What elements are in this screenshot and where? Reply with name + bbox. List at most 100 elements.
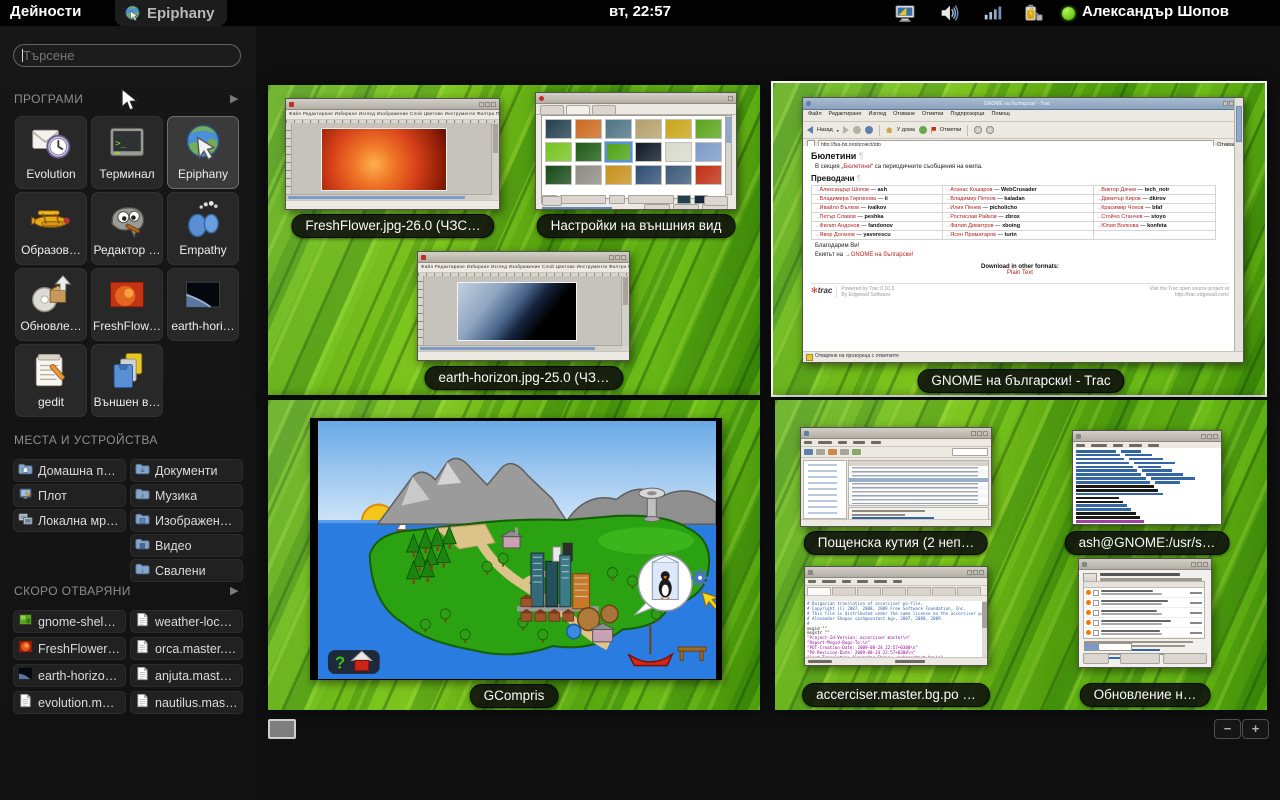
- help-button[interactable]: [542, 196, 562, 206]
- recent-item[interactable]: orca.master.…: [130, 637, 243, 660]
- dialog-buttons[interactable]: [1083, 653, 1207, 664]
- battery-icon[interactable]: [1022, 2, 1044, 24]
- v-scrollbar[interactable]: [621, 276, 629, 346]
- reload-icon[interactable]: [865, 126, 873, 134]
- recent-item[interactable]: anjuta.mast…: [130, 664, 243, 687]
- forward-icon[interactable]: [843, 126, 849, 134]
- wallpaper-thumb[interactable]: [635, 142, 662, 162]
- place-item[interactable]: Локална мр…: [13, 509, 126, 532]
- update-row[interactable]: [1084, 588, 1204, 598]
- workspace-1[interactable]: Файл Редактиране Избиране Изглед Изображ…: [268, 85, 760, 395]
- wallpaper-thumb[interactable]: [575, 165, 602, 185]
- document-tabs[interactable]: [805, 586, 987, 596]
- checkbox[interactable]: [1093, 600, 1099, 606]
- wallpaper-thumb[interactable]: [635, 165, 662, 185]
- wallpaper-thumb[interactable]: [605, 165, 632, 185]
- v-scrollbar[interactable]: [1234, 98, 1243, 362]
- wallpaper-thumb[interactable]: [605, 119, 632, 139]
- wallpaper-thumb[interactable]: [635, 119, 662, 139]
- zoom-out-icon[interactable]: [986, 126, 994, 134]
- place-item[interactable]: Плот: [13, 484, 126, 507]
- home-icon[interactable]: [886, 127, 893, 133]
- user-menu[interactable]: Александър Шопов: [1082, 3, 1229, 20]
- recent-item[interactable]: earth-horizo…: [13, 664, 126, 687]
- wallpaper-thumb[interactable]: [695, 119, 722, 139]
- wallpaper-thumb[interactable]: [545, 142, 572, 162]
- stop-icon[interactable]: [853, 126, 861, 134]
- volume-icon[interactable]: [938, 2, 960, 24]
- update-row[interactable]: [1084, 618, 1204, 628]
- app-tile[interactable]: FreshFlow…: [91, 268, 163, 341]
- search-box[interactable]: [13, 44, 241, 67]
- app-tile[interactable]: Empathy: [167, 192, 239, 265]
- add-workspace-button[interactable]: +: [1242, 719, 1269, 739]
- menu-item[interactable]: Редактиране: [829, 111, 862, 121]
- app-tile[interactable]: Обновле…: [15, 268, 87, 341]
- menu-item[interactable]: Отметки: [922, 111, 943, 121]
- v-scrollbar[interactable]: [491, 123, 499, 195]
- app-tile[interactable]: Редактор …: [91, 192, 163, 265]
- app-tile[interactable]: earth-hori…: [167, 268, 239, 341]
- recent-item[interactable]: FreshFlower…: [13, 637, 126, 660]
- window-gedit-po-file[interactable]: # Bulgarian translation of accerciser po…: [804, 566, 988, 666]
- updates-list[interactable]: [1083, 581, 1205, 639]
- close-button[interactable]: [704, 196, 728, 206]
- remove-workspace-button[interactable]: −: [1214, 719, 1241, 739]
- place-item[interactable]: ▨Изображен…: [130, 509, 243, 532]
- menu-item[interactable]: Подпрозорци: [951, 111, 985, 121]
- checkbox[interactable]: [1093, 590, 1099, 596]
- wallpaper-thumb[interactable]: [605, 142, 632, 162]
- update-row[interactable]: [1084, 608, 1204, 618]
- display-icon[interactable]: [894, 2, 916, 24]
- tabs[interactable]: [536, 104, 736, 115]
- window-epiphany-trac[interactable]: GNOME на български! - Trac ФайлРедактира…: [802, 97, 1244, 363]
- update-row[interactable]: [1084, 628, 1204, 638]
- window-gcompris[interactable]: ?: [310, 418, 722, 680]
- v-scrollbar[interactable]: [982, 601, 987, 658]
- programs-expander-icon[interactable]: ▶: [230, 92, 238, 105]
- wallpaper-thumb[interactable]: [665, 142, 692, 162]
- place-item[interactable]: Домашна п…: [13, 459, 126, 482]
- checkbox[interactable]: [1093, 620, 1099, 626]
- recent-expander-icon[interactable]: ▶: [230, 584, 238, 597]
- window-gimp-freshflower[interactable]: Файл Редактиране Избиране Изглед Изображ…: [285, 98, 500, 210]
- bookmarks-icon[interactable]: [931, 127, 936, 134]
- update-row[interactable]: [1084, 598, 1204, 608]
- get-more-backgrounds-link[interactable]: [542, 207, 612, 210]
- v-scrollbar[interactable]: [725, 115, 732, 195]
- recent-item[interactable]: evolution.m…: [13, 691, 126, 714]
- recent-item[interactable]: nautilus.mas…: [130, 691, 243, 714]
- browser-toolbar[interactable]: Назад▾ У дома Отметки: [803, 122, 1243, 139]
- place-item[interactable]: ♪Музика: [130, 484, 243, 507]
- wallpaper-grid[interactable]: [541, 115, 726, 199]
- window-appearance-preferences[interactable]: [535, 92, 737, 210]
- app-tile[interactable]: >_Терминал: [91, 116, 163, 189]
- network-signal-icon[interactable]: [982, 2, 1004, 24]
- bulletin-link[interactable]: Бюлетини: [843, 164, 871, 170]
- menu-item[interactable]: Отиване: [893, 111, 915, 121]
- search-input[interactable]: [13, 44, 241, 67]
- workspace-2-active[interactable]: GNOME на български! - Trac ФайлРедактира…: [771, 81, 1267, 397]
- app-tile[interactable]: Образов…: [15, 192, 87, 265]
- app-tile[interactable]: Evolution: [15, 116, 87, 189]
- app-tile[interactable]: gedit: [15, 344, 87, 417]
- plain-text-link[interactable]: Plain Text: [811, 270, 1229, 276]
- app-tile[interactable]: Epiphany: [167, 116, 239, 189]
- menu-item[interactable]: Изглед: [868, 111, 886, 121]
- recent-item[interactable]: weather-loc…: [130, 610, 243, 633]
- globe-icon[interactable]: [919, 126, 927, 134]
- workspace-indicator[interactable]: [268, 719, 296, 739]
- wallpaper-thumb[interactable]: [575, 142, 602, 162]
- team-link[interactable]: →GNOME на български!: [845, 252, 914, 258]
- menu-item[interactable]: Помощ: [991, 111, 1009, 121]
- checkbox[interactable]: [1093, 630, 1099, 636]
- place-item[interactable]: ≡Документи: [130, 459, 243, 482]
- wallpaper-thumb[interactable]: [575, 119, 602, 139]
- window-software-update[interactable]: [1078, 558, 1212, 668]
- place-item[interactable]: ↓Свалени: [130, 559, 243, 582]
- window-evolution-mail[interactable]: [800, 427, 992, 527]
- wallpaper-thumb[interactable]: [545, 165, 572, 185]
- wallpaper-thumb[interactable]: [665, 119, 692, 139]
- checkbox[interactable]: [1093, 610, 1099, 616]
- app-tile[interactable]: Външен в…: [91, 344, 163, 417]
